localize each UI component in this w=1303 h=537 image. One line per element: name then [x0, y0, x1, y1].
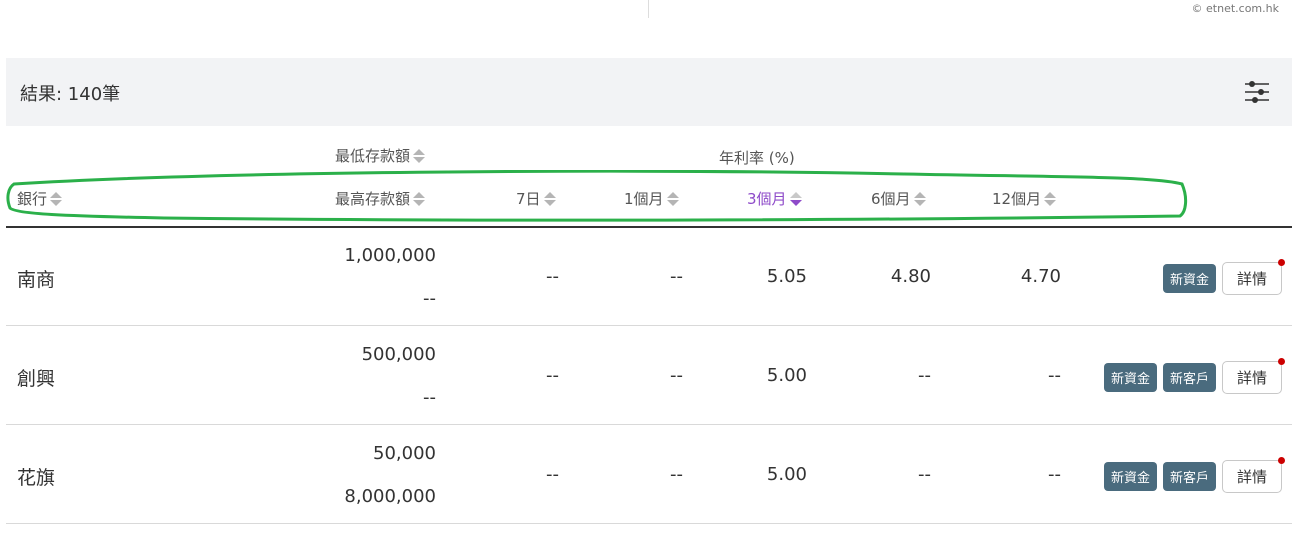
min-deposit: 500,000 — [361, 344, 436, 365]
rate-1m: -- — [670, 365, 683, 386]
row-actions: 新資金 新客戶 詳情 — [1098, 358, 1285, 394]
rate-3m: 5.00 — [766, 464, 807, 485]
rate-1m-header[interactable]: 1個月 — [624, 188, 679, 209]
annual-rate-header: 年利率 (%) — [719, 149, 795, 167]
rate-6m-header[interactable]: 6個月 — [871, 188, 926, 209]
row-actions: 新資金 詳情 — [1157, 259, 1285, 295]
new-customer-badge[interactable]: 新客戶 — [1162, 363, 1216, 392]
rate-1m: -- — [670, 266, 683, 287]
sort-icon — [543, 191, 556, 207]
bank-name: 創興 — [17, 368, 56, 390]
sort-icon — [666, 191, 679, 207]
rate-7d: -- — [546, 464, 559, 485]
new-customer-badge[interactable]: 新客戶 — [1162, 462, 1216, 491]
bank-name: 花旗 — [17, 467, 56, 489]
new-funds-badge[interactable]: 新資金 — [1103, 462, 1157, 491]
sort-icon — [913, 191, 926, 207]
sort-icon — [1044, 191, 1057, 207]
table-row: 花旗 50,000 8,000,000 -- -- 5.00 -- -- 新資金… — [6, 426, 1292, 524]
rate-12m: 4.70 — [1020, 266, 1061, 287]
filter-sliders-icon[interactable] — [1244, 78, 1270, 106]
rate-12m: -- — [1048, 365, 1061, 386]
rate-6m: -- — [918, 365, 931, 386]
min-deposit-header[interactable]: 最低存款額 — [335, 145, 426, 166]
details-button[interactable]: 詳情 — [1221, 358, 1285, 394]
rate-6m: -- — [918, 464, 931, 485]
notification-dot — [1278, 358, 1285, 365]
bank-name: 南商 — [17, 269, 56, 291]
rate-3m-header[interactable]: 3個月 — [747, 188, 802, 209]
results-bar: 結果: 140筆 — [6, 58, 1292, 126]
watermark: © etnet.com.hk — [1191, 2, 1279, 15]
table-row: 南商 1,000,000 -- -- -- 5.05 4.80 4.70 新資金… — [6, 228, 1292, 326]
max-deposit-header[interactable]: 最高存款額 — [335, 188, 426, 209]
max-deposit: -- — [423, 288, 436, 309]
row-actions: 新資金 新客戶 詳情 — [1098, 457, 1285, 493]
min-deposit: 50,000 — [373, 443, 436, 464]
details-button[interactable]: 詳情 — [1221, 457, 1285, 493]
rate-12m-header[interactable]: 12個月 — [992, 188, 1057, 209]
new-funds-badge[interactable]: 新資金 — [1162, 264, 1216, 293]
rate-6m: 4.80 — [890, 266, 931, 287]
rate-7d: -- — [546, 365, 559, 386]
rate-1m: -- — [670, 464, 683, 485]
results-count: 結果: 140筆 — [20, 84, 121, 105]
sort-icon — [50, 191, 63, 207]
table-row: 創興 500,000 -- -- -- 5.00 -- -- 新資金 新客戶 詳… — [6, 327, 1292, 425]
rate-3m: 5.00 — [766, 365, 807, 386]
bank-header[interactable]: 銀行 — [17, 188, 63, 209]
rate-7d: -- — [546, 266, 559, 287]
notification-dot — [1278, 259, 1285, 266]
rate-3m: 5.05 — [766, 266, 807, 287]
details-button[interactable]: 詳情 — [1221, 259, 1285, 295]
rate-12m: -- — [1048, 464, 1061, 485]
max-deposit: 8,000,000 — [344, 486, 436, 507]
min-deposit: 1,000,000 — [344, 245, 436, 266]
rate-7d-header[interactable]: 7日 — [516, 188, 556, 209]
top-divider — [648, 0, 649, 18]
sort-icon — [413, 148, 426, 164]
sort-desc-icon — [789, 191, 802, 207]
sort-icon — [413, 191, 426, 207]
max-deposit: -- — [423, 387, 436, 408]
new-funds-badge[interactable]: 新資金 — [1103, 363, 1157, 392]
notification-dot — [1278, 457, 1285, 464]
